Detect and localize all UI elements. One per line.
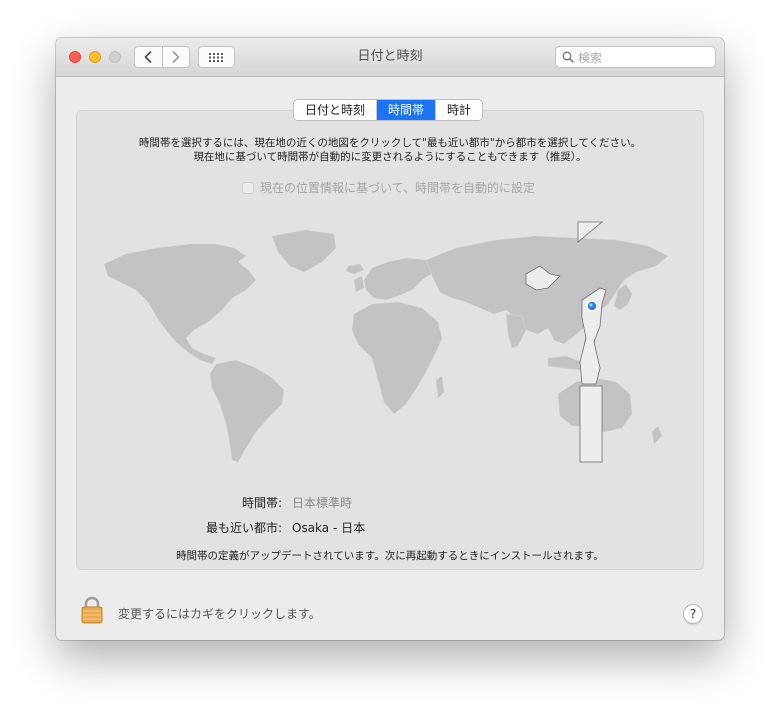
new-zealand-landmass	[651, 425, 663, 445]
madagascar-landmass	[435, 375, 445, 399]
timezone-label: 時間帯:	[241, 496, 282, 510]
search-placeholder: 検索	[578, 50, 603, 65]
update-notice: 時間帯の定義がアップデートされています。次に再起動するときにインストールされます…	[176, 550, 604, 562]
lock-message: 変更するにはカギをクリックします。	[118, 607, 321, 621]
instructions: 時間帯を選択するには、現在地の近くの地図をクリックして"最も近い都市"から都市を…	[56, 136, 724, 164]
search-field[interactable]: 検索	[555, 46, 716, 68]
north-america-landmass	[103, 243, 257, 365]
iceland-landmass	[345, 263, 365, 275]
instructions-line-2: 現在地に基づいて時間帯が自動的に変更されるようにすることもできます（推奨）。	[193, 151, 587, 163]
help-button[interactable]: ?	[683, 604, 703, 624]
search-icon	[562, 51, 574, 63]
tab-clock[interactable]: 時計	[435, 100, 483, 120]
europe-landmass	[363, 257, 435, 301]
closest-city-label: 最も近い都市:	[205, 521, 282, 535]
uk-landmass	[353, 275, 365, 293]
world-map[interactable]	[96, 218, 692, 468]
asia-landmass	[425, 235, 669, 345]
closest-city-value[interactable]: Osaka - 日本	[292, 519, 365, 536]
africa-landmass	[351, 301, 443, 415]
auto-timezone-row: 現在の位置情報に基づいて、時間帯を自動的に設定	[242, 179, 535, 196]
timezone-value: 日本標準時	[292, 496, 353, 510]
auto-timezone-label: 現在の位置情報に基づいて、時間帯を自動的に設定	[260, 181, 536, 195]
greenland-landmass	[271, 229, 337, 273]
tab-date-time[interactable]: 日付と時刻	[294, 100, 377, 120]
instructions-line-1: 時間帯を選択するには、現在地の近くの地図をクリックして"最も近い都市"から都市を…	[138, 137, 642, 149]
south-america-landmass	[209, 359, 285, 463]
title-bar: 日付と時刻 検索	[56, 38, 724, 77]
tab-time-zone[interactable]: 時間帯	[376, 100, 436, 120]
auto-timezone-checkbox	[242, 181, 254, 194]
india-landmass	[505, 313, 527, 349]
tab-bar: 日付と時刻 時間帯 時計	[293, 99, 484, 121]
preferences-window: 日付と時刻 検索 日付と時刻 時間帯 時計 時間帯を選択するには、現在地の近くの…	[56, 38, 724, 640]
lock-icon[interactable]	[80, 596, 104, 624]
